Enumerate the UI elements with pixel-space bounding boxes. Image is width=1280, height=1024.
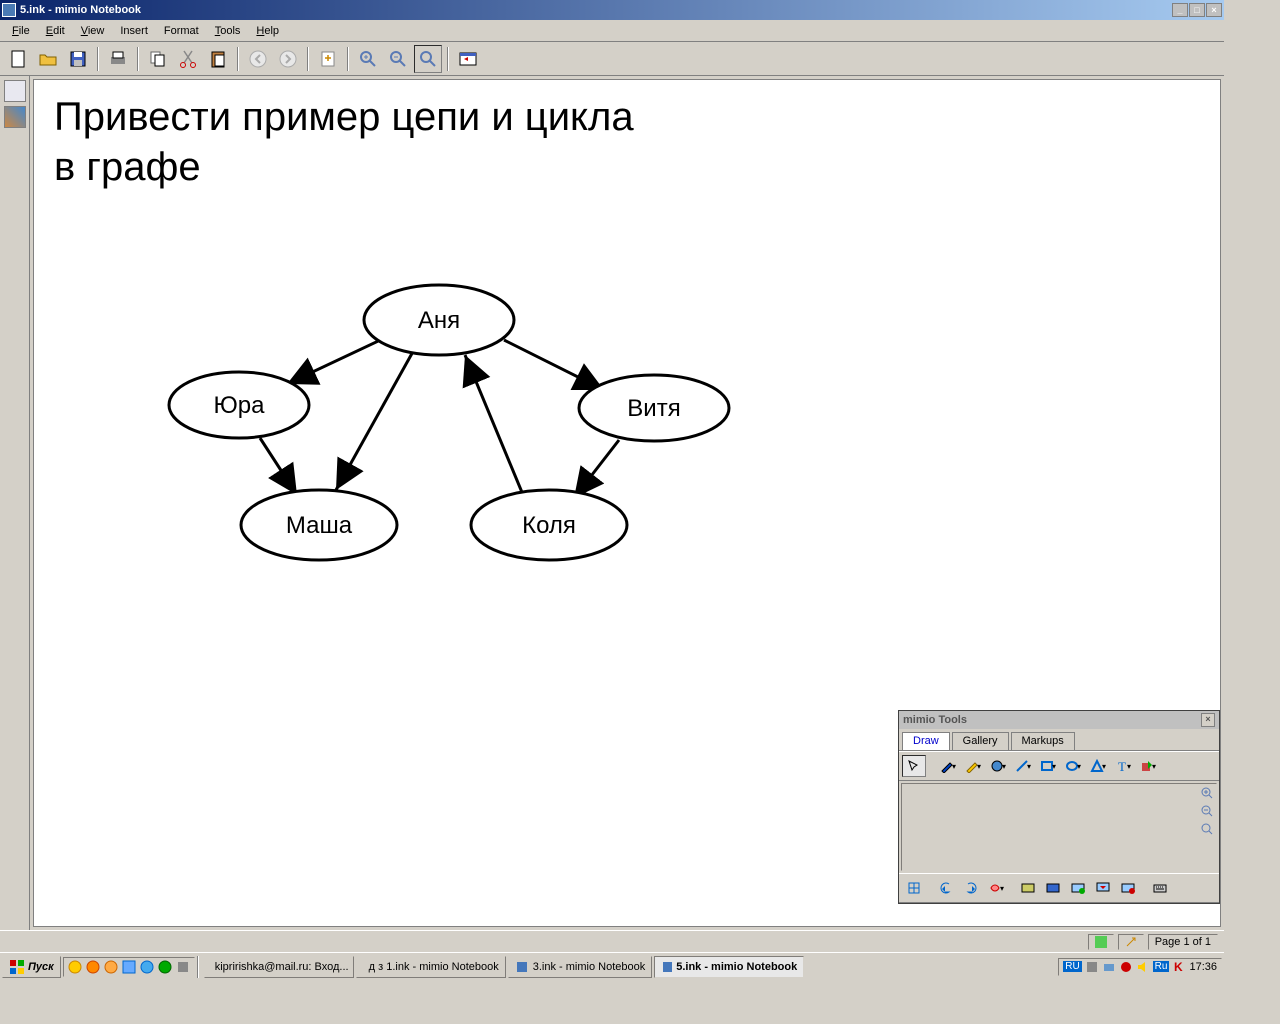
tool-screen-blue[interactable] bbox=[1041, 877, 1065, 899]
statusbar: Page 1 of 1 bbox=[0, 930, 1224, 952]
taskbar-item-2[interactable]: д з 1.ink - mimio Notebook bbox=[356, 956, 506, 978]
zoom-in-button[interactable] bbox=[354, 45, 382, 73]
app-icon bbox=[2, 3, 16, 17]
menu-file[interactable]: File bbox=[4, 23, 38, 39]
print-button[interactable] bbox=[104, 45, 132, 73]
tool-screen-record[interactable] bbox=[1116, 877, 1140, 899]
tab-markups[interactable]: Markups bbox=[1011, 732, 1075, 750]
cut-button[interactable] bbox=[174, 45, 202, 73]
tray-icon-2[interactable] bbox=[1102, 960, 1116, 974]
node-masha: Маша bbox=[286, 512, 353, 539]
ql-icon-1[interactable] bbox=[67, 959, 83, 975]
zoom-fit-icon[interactable] bbox=[1200, 822, 1214, 836]
open-button[interactable] bbox=[34, 45, 62, 73]
tool-rectangle[interactable]: ▾ bbox=[1036, 755, 1060, 777]
tool-screen-down[interactable] bbox=[1091, 877, 1115, 899]
mimio-tools-titlebar[interactable]: mimio Tools × bbox=[899, 711, 1219, 729]
menu-tools[interactable]: Tools bbox=[207, 23, 249, 39]
lang-indicator-1[interactable]: RU bbox=[1063, 961, 1081, 972]
ql-icon-4[interactable] bbox=[121, 959, 137, 975]
quick-launch bbox=[63, 957, 195, 977]
tool-pen[interactable]: ▾ bbox=[936, 755, 960, 777]
fullscreen-button[interactable] bbox=[454, 45, 482, 73]
tool-redo[interactable] bbox=[959, 877, 983, 899]
tool-undo[interactable] bbox=[934, 877, 958, 899]
start-button[interactable]: Пуск bbox=[2, 956, 61, 978]
menu-format[interactable]: Format bbox=[156, 23, 207, 39]
paste-button[interactable] bbox=[204, 45, 232, 73]
slide-title: Привести пример цепи и цикла в графе bbox=[54, 92, 634, 192]
node-anya: Аня bbox=[418, 307, 460, 334]
taskbar-item-3[interactable]: 3.ink - mimio Notebook bbox=[508, 956, 653, 978]
close-button[interactable]: × bbox=[1206, 3, 1222, 17]
tool-screen-yellow[interactable] bbox=[1016, 877, 1040, 899]
forward-button[interactable] bbox=[274, 45, 302, 73]
save-button[interactable] bbox=[64, 45, 92, 73]
tab-draw[interactable]: Draw bbox=[902, 732, 950, 750]
tool-triangle[interactable]: ▾ bbox=[1086, 755, 1110, 777]
taskbar: Пуск kipririshka@mail.ru: Вход... д з 1.… bbox=[0, 952, 1224, 980]
titlebar-text: 5.ink - mimio Notebook bbox=[20, 4, 1172, 16]
tool-snap[interactable] bbox=[902, 877, 926, 899]
tray-clock[interactable]: 17:36 bbox=[1189, 961, 1217, 973]
zoom-out-button[interactable] bbox=[384, 45, 412, 73]
sidebar-tab-2[interactable] bbox=[4, 106, 26, 128]
node-kolya: Коля bbox=[522, 512, 576, 539]
menubar: File Edit View Insert Format Tools Help bbox=[0, 20, 1224, 42]
node-yura: Юра bbox=[214, 392, 266, 419]
tool-import[interactable]: ▾ bbox=[1136, 755, 1160, 777]
tool-eraser[interactable]: ▾ bbox=[986, 755, 1010, 777]
node-vitya: Витя bbox=[627, 395, 680, 422]
menu-help[interactable]: Help bbox=[248, 23, 287, 39]
tool-line[interactable]: ▾ bbox=[1011, 755, 1035, 777]
lang-indicator-2[interactable]: Ru bbox=[1153, 961, 1170, 972]
tray-icon-3[interactable] bbox=[1119, 960, 1133, 974]
svg-text:K: K bbox=[1174, 960, 1183, 974]
ql-icon-2[interactable] bbox=[85, 959, 101, 975]
status-page: Page 1 of 1 bbox=[1148, 934, 1218, 950]
system-tray: RU Ru K 17:36 bbox=[1058, 958, 1222, 976]
tool-delete[interactable]: ▾ bbox=[984, 877, 1008, 899]
status-icon-1[interactable] bbox=[1088, 934, 1114, 950]
tool-text[interactable]: T▾ bbox=[1111, 755, 1135, 777]
back-button[interactable] bbox=[244, 45, 272, 73]
tray-icon-k[interactable]: K bbox=[1172, 960, 1186, 974]
tool-highlighter[interactable]: ▾ bbox=[961, 755, 985, 777]
new-page-button[interactable] bbox=[314, 45, 342, 73]
tool-keyboard[interactable] bbox=[1148, 877, 1172, 899]
tray-icon-1[interactable] bbox=[1085, 960, 1099, 974]
slide-canvas[interactable]: Привести пример цепи и цикла в графе Аня… bbox=[33, 79, 1221, 927]
mimio-tools-close[interactable]: × bbox=[1201, 713, 1215, 727]
sidebar-tab-1[interactable] bbox=[4, 80, 26, 102]
tool-screen-add[interactable] bbox=[1066, 877, 1090, 899]
tray-volume-icon[interactable] bbox=[1136, 960, 1150, 974]
taskbar-item-4[interactable]: 5.ink - mimio Notebook bbox=[654, 956, 804, 978]
mimio-tools-canvas bbox=[901, 783, 1217, 871]
zoom-in-icon[interactable] bbox=[1200, 786, 1214, 800]
titlebar: 5.ink - mimio Notebook _ □ × bbox=[0, 0, 1224, 20]
menu-edit[interactable]: Edit bbox=[38, 23, 73, 39]
ql-icon-5[interactable] bbox=[139, 959, 155, 975]
ql-icon-6[interactable] bbox=[157, 959, 173, 975]
taskbar-item-1[interactable]: kipririshka@mail.ru: Вход... bbox=[204, 956, 354, 978]
zoom-out-icon[interactable] bbox=[1200, 804, 1214, 818]
tab-gallery[interactable]: Gallery bbox=[952, 732, 1009, 750]
left-sidebar bbox=[0, 76, 30, 930]
tool-pointer[interactable] bbox=[902, 755, 926, 777]
menu-insert[interactable]: Insert bbox=[112, 23, 156, 39]
minimize-button[interactable]: _ bbox=[1172, 3, 1188, 17]
svg-text:T: T bbox=[1118, 759, 1126, 773]
tool-ellipse[interactable]: ▾ bbox=[1061, 755, 1085, 777]
new-button[interactable] bbox=[4, 45, 32, 73]
menu-view[interactable]: View bbox=[73, 23, 113, 39]
graph-diagram: Аня Юра Витя Маша Коля bbox=[114, 280, 754, 620]
zoom-fit-button[interactable] bbox=[414, 45, 442, 73]
mimio-tools-panel: mimio Tools × Draw Gallery Markups ▾ ▾ ▾… bbox=[898, 710, 1220, 904]
ql-icon-3[interactable] bbox=[103, 959, 119, 975]
toolbar bbox=[0, 42, 1224, 76]
ql-icon-7[interactable] bbox=[175, 959, 191, 975]
status-icon-2[interactable] bbox=[1118, 934, 1144, 950]
copy-button[interactable] bbox=[144, 45, 172, 73]
maximize-button[interactable]: □ bbox=[1189, 3, 1205, 17]
